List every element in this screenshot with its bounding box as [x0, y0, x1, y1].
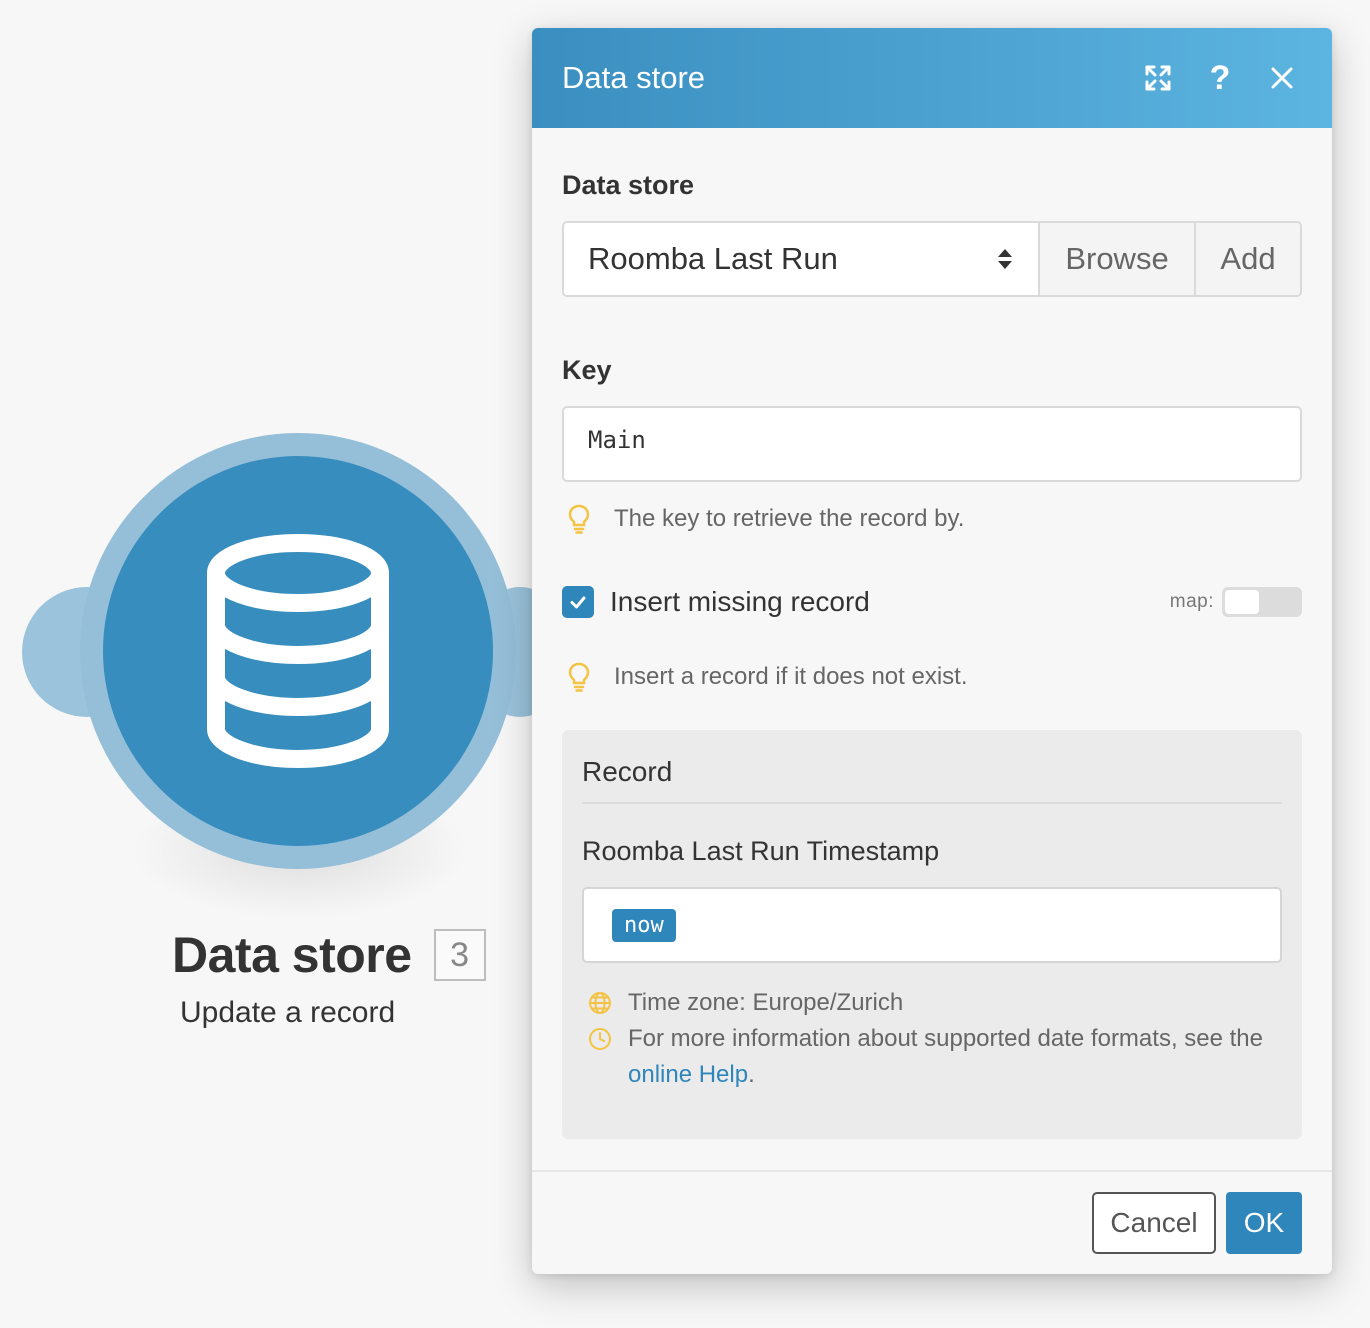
timezone-text: Time zone: Europe/Zurich	[628, 989, 904, 1016]
date-format-text-after: .	[748, 1061, 755, 1088]
timestamp-field-label: Roomba Last Run Timestamp	[582, 836, 940, 866]
map-toggle-knob	[1225, 590, 1259, 614]
insert-missing-label: Insert missing record	[610, 586, 870, 617]
node-subtitle: Update a record	[180, 996, 396, 1029]
record-panel: Record Roomba Last Run Timestamp now Tim…	[562, 730, 1302, 1139]
expand-button[interactable]	[1138, 58, 1178, 98]
expand-icon	[1145, 65, 1171, 91]
insert-missing-hint: Insert a record if it does not exist.	[562, 662, 1302, 692]
check-icon	[570, 596, 586, 609]
insert-missing-hint-text: Insert a record if it does not exist.	[614, 663, 968, 690]
dialog-body: Data store Roomba Last Run Browse Add Ke…	[532, 128, 1332, 1139]
node-id-badge: 3	[433, 929, 486, 981]
lightbulb-icon	[568, 504, 590, 534]
node-title-row: Data store 3	[172, 926, 486, 984]
ok-button[interactable]: OK	[1226, 1192, 1302, 1254]
data-store-label: Data store	[562, 170, 695, 200]
map-label: map:	[1169, 591, 1214, 612]
now-function-pill[interactable]: now	[612, 908, 676, 942]
browse-button[interactable]: Browse	[1038, 223, 1194, 295]
cancel-button[interactable]: Cancel	[1092, 1192, 1216, 1254]
dialog-header: Data store ?	[532, 28, 1332, 128]
module-node-circle[interactable]	[103, 456, 493, 846]
key-input[interactable]: Main	[562, 406, 1302, 482]
database-icon	[207, 534, 389, 769]
timezone-info: Time zone: Europe/Zurich	[582, 985, 1282, 1021]
lightbulb-icon	[568, 662, 590, 692]
map-toggle[interactable]	[1222, 587, 1302, 617]
add-button[interactable]: Add	[1194, 223, 1300, 295]
data-store-selected-value: Roomba Last Run	[588, 241, 838, 276]
date-format-text-before: For more information about supported dat…	[628, 1025, 1264, 1052]
record-title: Record	[582, 756, 1282, 804]
globe-icon	[589, 992, 611, 1014]
dialog-title: Data store	[562, 60, 706, 95]
key-hint: The key to retrieve the record by.	[562, 504, 1302, 534]
data-store-select[interactable]: Roomba Last Run	[564, 223, 1038, 295]
help-button[interactable]: ?	[1200, 58, 1240, 98]
key-hint-text: The key to retrieve the record by.	[614, 505, 965, 532]
select-arrows-icon	[998, 249, 1012, 269]
date-format-text: For more information about supported dat…	[628, 1021, 1282, 1093]
online-help-link[interactable]: online Help	[628, 1061, 748, 1088]
insert-missing-checkbox[interactable]	[562, 586, 594, 618]
node-title: Data store	[172, 927, 412, 983]
close-button[interactable]	[1262, 58, 1302, 98]
timestamp-input[interactable]: now	[582, 887, 1282, 963]
key-label: Key	[562, 355, 612, 385]
date-format-info: For more information about supported dat…	[582, 1021, 1282, 1093]
data-store-dialog: Data store ? Data store Roomba Last Run	[532, 28, 1332, 1274]
help-icon: ?	[1209, 59, 1231, 97]
close-icon	[1271, 67, 1293, 89]
insert-missing-row: Insert missing record map:	[562, 582, 1302, 622]
data-store-select-group: Roomba Last Run Browse Add	[562, 221, 1302, 297]
clock-icon	[589, 1028, 611, 1050]
dialog-footer: Cancel OK	[532, 1170, 1332, 1274]
